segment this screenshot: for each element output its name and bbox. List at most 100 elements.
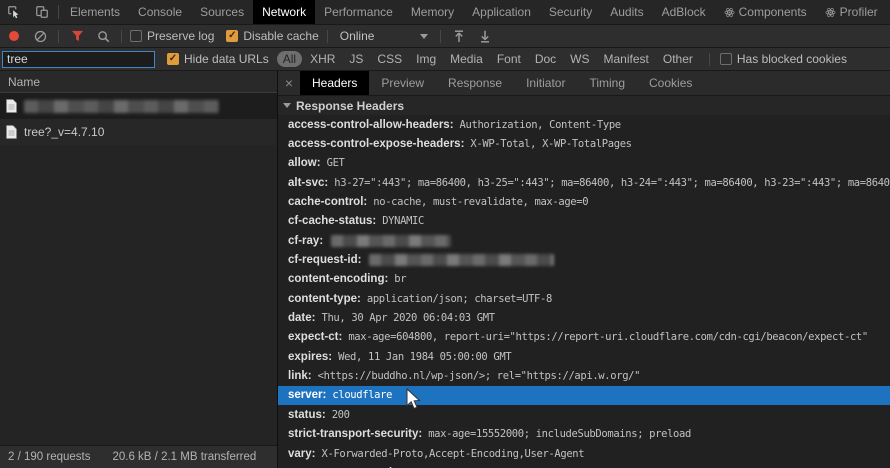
has-blocked-cookies-checkbox-box[interactable] [720, 53, 732, 65]
clear-icon[interactable] [30, 27, 50, 45]
filter-pill-img[interactable]: Img [410, 51, 442, 67]
triangle-down-icon [283, 103, 291, 108]
request-type-filters: AllXHRJSCSSImgMediaFontDocWSManifestOthe… [277, 51, 699, 67]
filter-pill-css[interactable]: CSS [371, 51, 408, 67]
filter-pill-all[interactable]: All [277, 51, 302, 67]
tab-profiler[interactable]: Profiler [816, 0, 887, 24]
header-name: date: [288, 312, 315, 324]
detail-tab-preview[interactable]: Preview [369, 71, 436, 95]
response-headers-section-header[interactable]: Response Headers [278, 96, 890, 115]
header-value: br [394, 273, 406, 285]
throttling-dropdown[interactable]: Online [336, 27, 432, 45]
react-atom-icon [724, 7, 735, 18]
tab-sources[interactable]: Sources [191, 0, 253, 24]
header-row-vary[interactable]: vary:X-Forwarded-Proto,Accept-Encoding,U… [278, 444, 890, 463]
toolbar-separator [327, 30, 328, 43]
filter-pill-ws[interactable]: WS [564, 51, 595, 67]
detail-tab-initiator[interactable]: Initiator [514, 71, 577, 95]
filter-pill-media[interactable]: Media [444, 51, 489, 67]
header-row-date[interactable]: date:Thu, 30 Apr 2020 06:04:03 GMT [278, 308, 890, 327]
header-name: vary: [288, 448, 316, 460]
header-row-allow[interactable]: allow: GET [278, 154, 890, 173]
tab-console[interactable]: Console [129, 0, 191, 24]
close-icon[interactable]: × [278, 71, 300, 95]
detail-tab-headers[interactable]: Headers [300, 71, 369, 95]
tab-adblock[interactable]: AdBlock [653, 0, 715, 24]
header-row-link[interactable]: link:<https://buddho.nl/wp-json/>; rel="… [278, 366, 890, 385]
header-row-server[interactable]: server:cloudflare [278, 386, 890, 405]
header-name: content-type: [288, 293, 361, 305]
header-value: cloudflare [332, 389, 392, 401]
header-name: access-control-expose-headers: [288, 138, 464, 150]
header-name: cf-request-id: [288, 254, 361, 266]
response-headers-list: access-control-allow-headers: Authorizati… [278, 115, 890, 468]
tab-application[interactable]: Application [463, 0, 540, 24]
filter-input[interactable] [2, 51, 155, 68]
network-status-bar: 2 / 190 requests 20.6 kB / 2.1 MB transf… [0, 445, 277, 468]
detail-tab-response[interactable]: Response [436, 71, 514, 95]
record-icon[interactable] [4, 27, 24, 45]
header-name: status: [288, 409, 326, 421]
header-row-access-control-allow-headers[interactable]: access-control-allow-headers: Authorizati… [278, 115, 890, 134]
tab-elements[interactable]: Elements [61, 0, 129, 24]
filter-pill-other[interactable]: Other [657, 51, 699, 67]
filter-pill-xhr[interactable]: XHR [304, 51, 341, 67]
inspect-element-icon[interactable] [0, 0, 28, 24]
header-value: GET [327, 157, 345, 169]
hide-data-urls-label: Hide data URLs [184, 52, 269, 66]
tab-label: Application [472, 5, 531, 19]
detail-tab-cookies[interactable]: Cookies [637, 71, 704, 95]
header-row-cache-control[interactable]: cache-control:no-cache, must-revalidate,… [278, 192, 890, 211]
import-har-icon[interactable] [449, 27, 469, 45]
tab-memory[interactable]: Memory [402, 0, 463, 24]
preserve-log-label: Preserve log [147, 29, 214, 43]
hide-data-urls-checkbox-box[interactable] [167, 53, 179, 65]
preserve-log-checkbox-box[interactable] [130, 30, 142, 42]
filter-pill-doc[interactable]: Doc [529, 51, 562, 67]
disable-cache-label: Disable cache [243, 29, 318, 43]
name-column-header[interactable]: Name [0, 71, 277, 93]
device-toolbar-icon[interactable] [28, 0, 56, 24]
header-row-status[interactable]: status:200 [278, 405, 890, 424]
throttling-value: Online [340, 29, 375, 43]
header-row-alt-svc[interactable]: alt-svc:h3-27=":443"; ma=86400, h3-25=":… [278, 173, 890, 192]
request-list-panel: Name tree?_v=4.7.10 2 / 190 requests 20.… [0, 71, 277, 468]
header-value: no-cache, must-revalidate, max-age=0 [373, 196, 588, 208]
filter-pill-js[interactable]: JS [343, 51, 369, 67]
header-row-access-control-expose-headers[interactable]: access-control-expose-headers:X-WP-Total… [278, 134, 890, 153]
header-name: allow: [288, 157, 321, 169]
request-name: tree?_v=4.7.10 [24, 125, 104, 139]
tab-performance[interactable]: Performance [315, 0, 402, 24]
hide-data-urls-checkbox[interactable]: Hide data URLs [167, 52, 269, 66]
tab-components[interactable]: Components [715, 0, 816, 24]
preserve-log-checkbox[interactable]: Preserve log [130, 29, 214, 43]
search-icon[interactable] [93, 27, 113, 45]
tab-network[interactable]: Network [253, 0, 315, 24]
redacted-request-name [24, 100, 219, 113]
header-row-content-type[interactable]: content-type:application/json; charset=U… [278, 289, 890, 308]
request-row[interactable]: tree?_v=4.7.10 [0, 119, 277, 145]
header-row-expires[interactable]: expires:Wed, 11 Jan 1984 05:00:00 GMT [278, 347, 890, 366]
filter-funnel-icon[interactable] [67, 27, 87, 45]
header-row-content-encoding[interactable]: content-encoding:br [278, 270, 890, 289]
header-value: Authorization, Content-Type [460, 119, 621, 131]
export-har-icon[interactable] [475, 27, 495, 45]
header-row-cf-cache-status[interactable]: cf-cache-status:DYNAMIC [278, 212, 890, 231]
header-row-x-content-type-options[interactable]: x-content-type-options:nosniff [278, 463, 890, 468]
header-row-cf-request-id[interactable]: cf-request-id: [278, 250, 890, 269]
disable-cache-checkbox[interactable]: Disable cache [226, 29, 318, 43]
filter-pill-font[interactable]: Font [491, 51, 527, 67]
header-row-strict-transport-security[interactable]: strict-transport-security:max-age=155520… [278, 425, 890, 444]
filter-pill-manifest[interactable]: Manifest [598, 51, 655, 67]
header-row-cf-ray[interactable]: cf-ray: [278, 231, 890, 250]
header-name: access-control-allow-headers: [288, 119, 454, 131]
header-value: DYNAMIC [382, 215, 424, 227]
tab-audits[interactable]: Audits [601, 0, 652, 24]
tab-security[interactable]: Security [540, 0, 601, 24]
detail-tab-timing[interactable]: Timing [577, 71, 637, 95]
disable-cache-checkbox-box[interactable] [226, 30, 238, 42]
request-row[interactable] [0, 93, 277, 119]
main-tabs: ElementsConsoleSourcesNetworkPerformance… [61, 0, 887, 24]
header-row-expect-ct[interactable]: expect-ct:max-age=604800, report-uri="ht… [278, 328, 890, 347]
has-blocked-cookies-checkbox[interactable]: Has blocked cookies [720, 52, 847, 66]
